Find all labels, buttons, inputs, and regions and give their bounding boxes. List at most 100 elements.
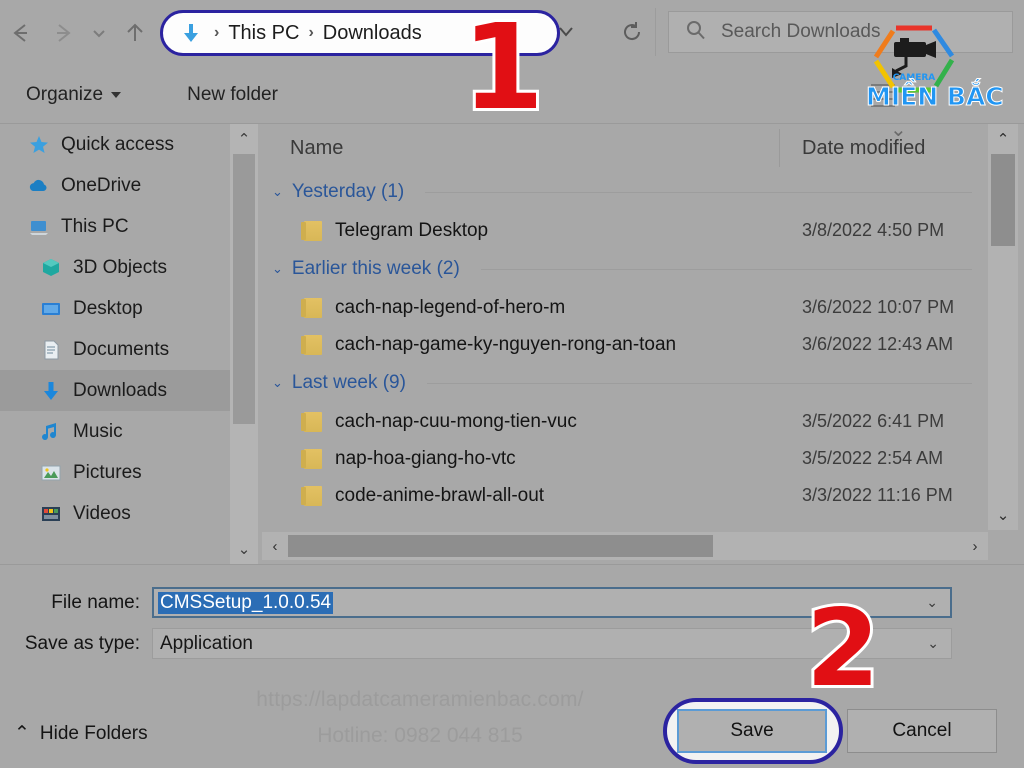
- star-icon: [28, 134, 50, 156]
- file-name-text: cach-nap-game-ky-nguyen-rong-an-toan: [335, 334, 676, 356]
- file-date-cell: 3/6/2022 10:07 PM: [780, 297, 954, 318]
- sidebar-scrollbar-thumb[interactable]: [233, 154, 255, 424]
- file-row[interactable]: nap-hoa-giang-ho-vtc3/5/2022 2:54 AM: [260, 440, 986, 477]
- sidebar-item-label: Videos: [73, 503, 131, 525]
- save-as-type-dropdown-chevron-icon[interactable]: ⌄: [927, 635, 939, 652]
- file-row[interactable]: cach-nap-game-ky-nguyen-rong-an-toan3/6/…: [260, 326, 986, 363]
- file-list-vertical-scrollbar[interactable]: ⌃ ⌄: [988, 124, 1018, 530]
- file-name-dropdown-chevron-icon[interactable]: ⌄: [926, 594, 938, 611]
- file-name-cell: cach-nap-cuu-mong-tien-vuc: [260, 411, 780, 433]
- monitor-icon: [28, 216, 50, 238]
- sidebar-scroll-up-arrow[interactable]: ⌃: [238, 130, 251, 148]
- desktop-icon: [40, 298, 62, 320]
- new-folder-button[interactable]: New folder: [175, 80, 290, 110]
- file-list-scroll-up-arrow[interactable]: ⌃: [988, 126, 1018, 152]
- downloads-arrow-icon: [181, 22, 201, 44]
- save-button-label: Save: [730, 720, 773, 742]
- file-date-cell: 3/5/2022 6:41 PM: [780, 411, 944, 432]
- sidebar-item-label: OneDrive: [61, 175, 141, 197]
- file-group-header[interactable]: ⌄ Earlier this week (2): [260, 249, 986, 289]
- sidebar-item-pictures[interactable]: Pictures: [0, 452, 230, 493]
- search-icon: [685, 19, 707, 46]
- music-note-icon: [40, 421, 62, 443]
- sidebar-item-onedrive[interactable]: OneDrive: [0, 165, 230, 206]
- sidebar-item-label: Desktop: [73, 298, 143, 320]
- file-date-cell: 3/3/2022 11:16 PM: [780, 485, 953, 506]
- file-list-scroll-right-arrow[interactable]: ›: [962, 538, 988, 555]
- file-name-cell: cach-nap-game-ky-nguyen-rong-an-toan: [260, 334, 780, 356]
- document-icon: [40, 339, 62, 361]
- sidebar-item-label: Music: [73, 421, 123, 443]
- search-placeholder: Search Downloads: [721, 21, 880, 43]
- hide-folders-button[interactable]: ⌃ Hide Folders: [14, 722, 148, 745]
- file-name-text: code-anime-brawl-all-out: [335, 485, 544, 507]
- file-group-header[interactable]: ⌄Last week (9): [260, 363, 986, 403]
- downloads-arrow-icon: [40, 380, 62, 402]
- file-group-header[interactable]: ⌄ Yesterday (1): [260, 172, 986, 212]
- breadcrumb-separator: ›: [214, 24, 219, 42]
- organize-label: Organize: [26, 84, 103, 106]
- folder-icon: [304, 486, 322, 506]
- file-row[interactable]: cach-nap-cuu-mong-tien-vuc 3/5/2022 6:41 …: [260, 403, 986, 440]
- chevron-down-icon[interactable]: ⌄: [272, 375, 283, 391]
- organize-button[interactable]: Organize: [14, 80, 133, 110]
- sidebar-item-label: Downloads: [73, 380, 167, 402]
- file-row[interactable]: cach-nap-legend-of-hero-m3/6/2022 10:07 …: [260, 289, 986, 326]
- sidebar-item-videos[interactable]: Videos: [0, 493, 230, 534]
- sidebar-item-quick-access[interactable]: Quick access: [0, 124, 230, 165]
- sidebar-item-desktop[interactable]: Desktop: [0, 288, 230, 329]
- file-group-label: Earlier this week (2): [292, 258, 460, 280]
- folder-icon: [304, 335, 322, 355]
- sidebar-item-music[interactable]: Music: [0, 411, 230, 452]
- group-divider: [425, 192, 972, 193]
- navigation-sidebar[interactable]: Quick access OneDrive This PC 3D Objects Des…: [0, 124, 230, 564]
- file-name-text: nap-hoa-giang-ho-vtc: [335, 448, 516, 470]
- up-one-level-button[interactable]: [114, 0, 156, 66]
- sidebar-item-label: Quick access: [61, 134, 174, 156]
- file-list-horizontal-scrollbar[interactable]: ‹ ›: [262, 532, 988, 560]
- file-row[interactable]: Telegram Desktop 3/8/2022 4:50 PM: [260, 212, 986, 249]
- sidebar-item-label: 3D Objects: [73, 257, 167, 279]
- sort-indicator-icon: ⌄: [890, 117, 907, 142]
- sidebar-item-this-pc[interactable]: This PC: [0, 206, 230, 247]
- sidebar-item-downloads[interactable]: Downloads: [0, 370, 230, 411]
- watermark-url: https://lapdatcameramienbac.com/: [160, 688, 680, 712]
- breadcrumb-item-this-pc[interactable]: This PC: [228, 22, 299, 45]
- cloud-icon: [28, 175, 50, 197]
- annotation-step-1: 1: [462, 8, 544, 126]
- sidebar-item-3d-objects[interactable]: 3D Objects: [0, 247, 230, 288]
- file-list-header: Name ⌄ Date modified: [260, 124, 986, 172]
- sidebar-scrollbar[interactable]: ⌃ ⌄: [230, 124, 258, 564]
- file-list-scroll-left-arrow[interactable]: ‹: [262, 538, 288, 555]
- recent-locations-button[interactable]: [84, 0, 114, 66]
- sidebar-item-label: Documents: [73, 339, 169, 361]
- back-button[interactable]: [0, 0, 42, 66]
- file-list-scroll-down-arrow[interactable]: ⌄: [988, 502, 1018, 528]
- save-as-type-label: Save as type:: [0, 633, 140, 655]
- group-divider: [427, 383, 972, 384]
- file-list[interactable]: ⌄ Yesterday (1) Telegram Desktop 3/8/2022 4…: [260, 172, 986, 530]
- file-row[interactable]: code-anime-brawl-all-out 3/3/2022 11:16 P…: [260, 477, 986, 514]
- file-name-text: Telegram Desktop: [335, 220, 488, 242]
- column-header-date-modified[interactable]: ⌄ Date modified: [780, 129, 925, 167]
- file-group-label: Yesterday (1): [292, 181, 404, 203]
- folder-icon: [304, 449, 322, 469]
- sidebar-item-documents[interactable]: Documents: [0, 329, 230, 370]
- save-button[interactable]: Save: [677, 709, 827, 753]
- file-name-cell: cach-nap-legend-of-hero-m: [260, 297, 780, 319]
- watermark-hotline: Hotline: 0982 044 815: [160, 724, 680, 748]
- file-name-label: File name:: [0, 592, 140, 614]
- breadcrumb-item-downloads[interactable]: Downloads: [323, 22, 422, 45]
- refresh-button[interactable]: [608, 8, 656, 56]
- file-name-text: cach-nap-cuu-mong-tien-vuc: [335, 411, 577, 433]
- folder-icon: [304, 298, 322, 318]
- file-list-vscroll-thumb[interactable]: [991, 154, 1015, 246]
- file-list-hscroll-thumb[interactable]: [288, 535, 713, 557]
- chevron-down-icon[interactable]: ⌄: [272, 261, 283, 277]
- forward-button[interactable]: [42, 0, 84, 66]
- sidebar-scroll-down-arrow[interactable]: ⌄: [238, 540, 251, 558]
- cancel-button[interactable]: Cancel: [847, 709, 997, 753]
- save-as-dialog: › This PC › Downloads Search Downloads O…: [0, 0, 1024, 768]
- file-date-cell: 3/8/2022 4:50 PM: [780, 220, 944, 241]
- chevron-down-icon[interactable]: ⌄: [272, 184, 283, 200]
